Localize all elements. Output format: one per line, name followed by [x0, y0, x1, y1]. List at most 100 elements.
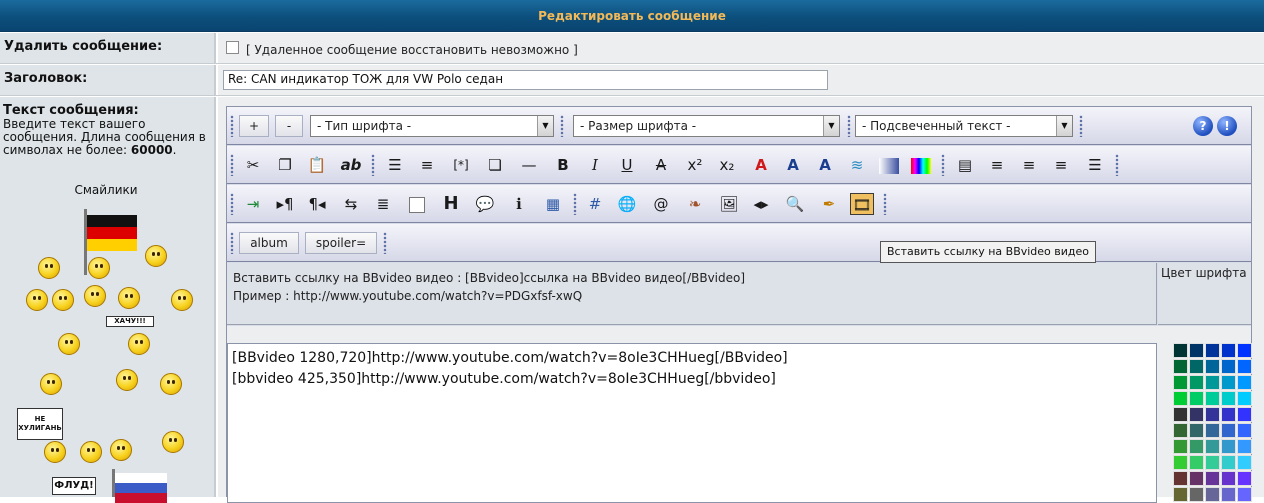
subscript-icon[interactable]: x₂ [715, 154, 739, 176]
girl-smiley[interactable] [26, 289, 48, 311]
info-icon[interactable]: ! [1217, 116, 1237, 136]
chair-smiley[interactable] [110, 439, 132, 461]
color-swatch[interactable] [1173, 471, 1188, 486]
toolbar-grip[interactable] [1115, 154, 1119, 176]
laugh-smiley[interactable] [162, 431, 184, 453]
color-swatch[interactable] [1221, 487, 1236, 502]
color-swatch[interactable] [1173, 439, 1188, 454]
insert-icon[interactable]: ⇥ [241, 193, 265, 215]
girls-smiley[interactable] [40, 373, 62, 395]
color-swatch[interactable] [1221, 375, 1236, 390]
album-button[interactable]: album [239, 232, 299, 254]
color-swatch[interactable] [1221, 359, 1236, 374]
color-swatch[interactable] [1173, 343, 1188, 358]
help-icon[interactable]: ? [1193, 116, 1213, 136]
color-swatch[interactable] [1173, 391, 1188, 406]
color-swatch[interactable] [1237, 391, 1252, 406]
color-swatch[interactable] [1173, 487, 1188, 502]
color-swatch[interactable] [1189, 423, 1204, 438]
toolbar-grip[interactable] [383, 232, 387, 254]
girl-2-smiley[interactable] [52, 289, 74, 311]
crazy-smiley[interactable] [80, 441, 102, 463]
color-swatch[interactable] [1237, 455, 1252, 470]
blank-icon[interactable] [405, 193, 429, 215]
quote-icon[interactable]: ❏ [483, 154, 507, 176]
color-swatch[interactable] [1189, 343, 1204, 358]
idea-smiley[interactable] [145, 245, 167, 267]
email-icon[interactable]: @ [649, 193, 673, 215]
horizontal-rule-icon[interactable]: — [517, 154, 541, 176]
color-swatch[interactable] [1173, 359, 1188, 374]
accordion-2-smiley[interactable] [118, 287, 140, 309]
rainbow-icon[interactable] [909, 154, 933, 176]
police-smiley[interactable] [58, 333, 80, 355]
color-swatch[interactable] [1221, 407, 1236, 422]
justify-icon[interactable]: ▤ [953, 154, 977, 176]
font-size-select[interactable]: - Размер шрифта - ▼ [573, 115, 840, 137]
color-swatch[interactable] [1205, 487, 1220, 502]
subject-input[interactable]: Re: CAN индикатор ТОЖ для VW Polo седан [223, 70, 828, 90]
color-swatch[interactable] [1189, 439, 1204, 454]
want-smiley[interactable] [128, 333, 150, 355]
heading-icon[interactable]: H [439, 193, 463, 215]
russian-flag-smiley[interactable] [115, 473, 167, 503]
color-swatch[interactable] [1221, 439, 1236, 454]
no-hooligan-sign[interactable]: НЕ ХУЛИГАНЬ [17, 408, 63, 440]
image-icon[interactable]: 🖼 [717, 193, 741, 215]
accordion-smiley[interactable] [84, 285, 106, 307]
color-swatch[interactable] [1189, 471, 1204, 486]
list-item-icon[interactable]: [*] [449, 154, 473, 176]
color-swatch[interactable] [1173, 455, 1188, 470]
delete-checkbox[interactable] [226, 41, 239, 54]
color-swatch[interactable] [1189, 407, 1204, 422]
toolbar-grip[interactable] [371, 154, 375, 176]
bold-icon[interactable]: B [551, 154, 575, 176]
color-swatch[interactable] [1173, 407, 1188, 422]
color-swatch[interactable] [1237, 343, 1252, 358]
bbvideo-icon[interactable]: 🎞 [850, 193, 874, 215]
font-type-select[interactable]: - Тип шрифта - ▼ [310, 115, 554, 137]
align-center-icon[interactable]: ≡ [1017, 154, 1041, 176]
copy-icon[interactable]: ❐ [273, 154, 297, 176]
align-left-icon[interactable]: ≡ [985, 154, 1009, 176]
ltr-icon[interactable]: ▸¶ [273, 193, 297, 215]
color-swatch[interactable] [1221, 423, 1236, 438]
color-swatch[interactable] [1173, 375, 1188, 390]
sign-smiley[interactable] [44, 441, 66, 463]
color-swatch[interactable] [1221, 343, 1236, 358]
flood-sign[interactable]: ФЛУД! [52, 477, 96, 495]
color-swatch[interactable] [1205, 343, 1220, 358]
toolbar-grip[interactable] [941, 154, 945, 176]
table-icon[interactable]: ▦ [541, 193, 565, 215]
info-box-icon[interactable]: ℹ [507, 193, 531, 215]
glow-icon[interactable]: A [781, 154, 805, 176]
color-swatch[interactable] [1189, 359, 1204, 374]
toolbar-grip[interactable] [883, 193, 887, 215]
toolbar-grip[interactable] [573, 193, 577, 215]
numbered-list-icon[interactable]: ≡ [415, 154, 439, 176]
color-swatch[interactable] [1189, 487, 1204, 502]
hash-icon[interactable]: # [583, 193, 607, 215]
spoiler-button[interactable]: spoiler= [305, 232, 377, 254]
bullet-list-icon[interactable]: ☰ [383, 154, 407, 176]
toolbar-grip[interactable] [230, 154, 234, 176]
color-swatch[interactable] [1205, 455, 1220, 470]
flash-icon[interactable]: ❧ [683, 193, 707, 215]
color-swatch[interactable] [1205, 471, 1220, 486]
font-size-minus-button[interactable]: - [275, 115, 303, 137]
message-textarea[interactable]: [BBvideo 1280,720]http://www.youtube.com… [227, 343, 1157, 503]
gradient-icon[interactable] [877, 154, 901, 176]
color-swatch[interactable] [1237, 407, 1252, 422]
toolbar-grip[interactable] [230, 115, 234, 137]
color-swatch[interactable] [1237, 423, 1252, 438]
color-swatch[interactable] [1173, 423, 1188, 438]
wink-smiley[interactable] [160, 373, 182, 395]
color-swatch[interactable] [1205, 439, 1220, 454]
angry-smiley[interactable] [171, 289, 193, 311]
media-icon[interactable]: ◂▸ [749, 193, 773, 215]
color-swatch[interactable] [1237, 487, 1252, 502]
toolbar-grip[interactable] [1079, 115, 1083, 137]
font-size-plus-button[interactable]: + [239, 115, 269, 137]
color-swatch[interactable] [1205, 423, 1220, 438]
german-flag-smiley[interactable] [87, 215, 137, 251]
